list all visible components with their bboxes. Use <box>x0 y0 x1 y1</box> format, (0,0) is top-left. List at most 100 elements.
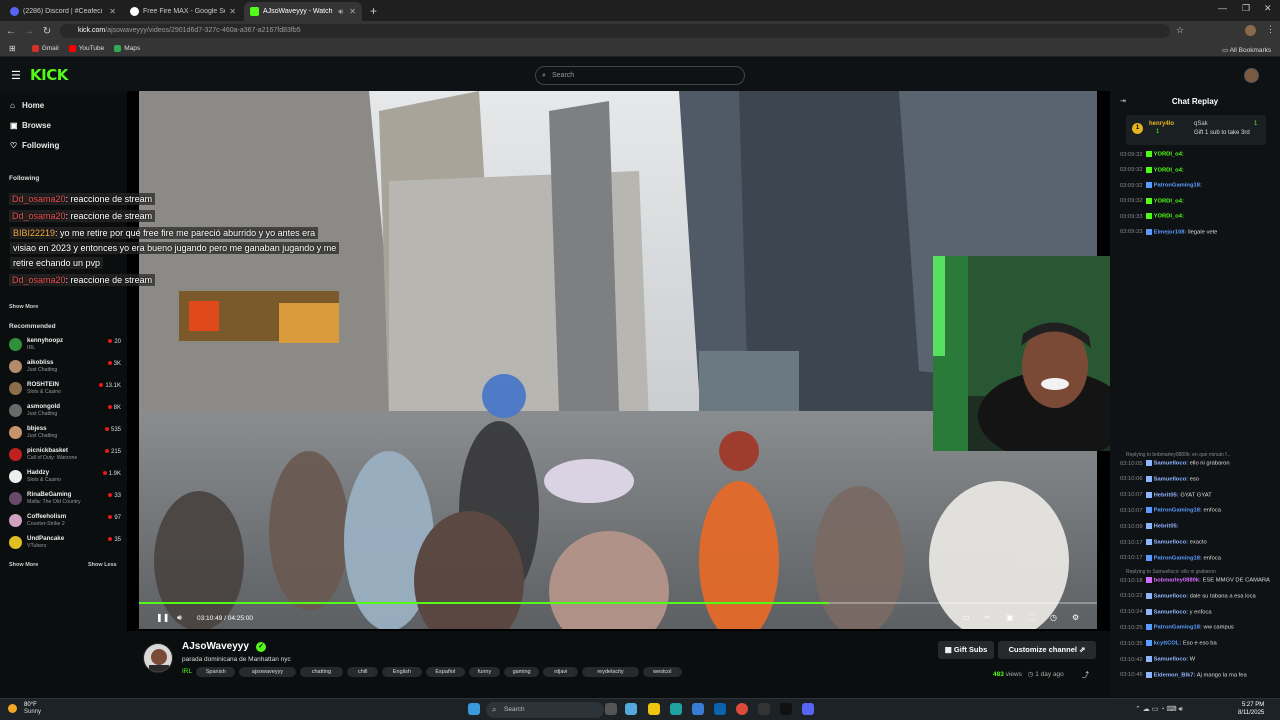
tray-icons[interactable]: ⌃ ☁ ▭ ◔ ⌨ 🔊︎ <box>1135 705 1183 714</box>
url-field[interactable]: kick.com/ajsowaveyyy/videos/2901d6d7-327… <box>60 24 1170 38</box>
tag-chip[interactable]: English <box>382 667 422 677</box>
chat-username[interactable]: PatronGaming18: <box>1154 183 1202 189</box>
chat-username[interactable]: bobmarley0880k: <box>1154 578 1201 584</box>
volume-icon[interactable]: 🔊︎ <box>177 613 182 623</box>
chrome-icon[interactable] <box>736 703 748 715</box>
recommended-channel[interactable]: asmongold Just Chatting 8K <box>9 401 121 421</box>
tag-chip[interactable]: gaming <box>504 667 540 677</box>
browser-tab-discord[interactable]: (2286) Discord | #Ceafeci ✕ <box>4 2 122 21</box>
clip-icon[interactable]: ✂ <box>984 613 991 622</box>
gift-subs-button[interactable]: ▦ Gift Subs <box>938 641 994 659</box>
tag-chip[interactable]: Spanish <box>196 667 236 677</box>
chat-username[interactable]: Hebrit05: <box>1154 492 1179 498</box>
recommended-channel[interactable]: RinaBeGaming Mafia: The Old Country 33 <box>9 489 121 509</box>
chat-username[interactable]: YORDI_o4: <box>1154 198 1184 204</box>
recommended-channel[interactable]: Haddzy Slots & Casino 1.9K <box>9 467 121 487</box>
speaker-icon[interactable]: 🔊︎ <box>338 7 343 17</box>
chat-username[interactable]: YORDI_o4: <box>1154 167 1184 173</box>
recommended-channel[interactable]: Coffeeholism Counter-Strike 2 97 <box>9 511 121 531</box>
hamburger-menu-icon[interactable]: ☰ <box>11 69 21 82</box>
tag-chip[interactable]: reydelacity <box>582 667 639 677</box>
maximize-icon[interactable]: ❐ <box>1242 3 1250 14</box>
channel-avatar[interactable] <box>143 643 173 673</box>
nav-home[interactable]: ⌂ Home <box>10 101 44 110</box>
tag-chip[interactable]: funny <box>469 667 500 677</box>
start-icon[interactable] <box>468 703 480 715</box>
recommended-channel[interactable]: UndPancake VTubers 35 <box>9 533 121 553</box>
file-explorer-icon[interactable] <box>648 703 660 715</box>
store-icon[interactable] <box>692 703 704 715</box>
channel-name[interactable]: AJsoWaveyyy <box>182 641 249 652</box>
close-tab-icon[interactable]: ✕ <box>229 7 236 16</box>
recommended-channel[interactable]: ROSHTEIN Slots & Casino 13.1K <box>9 379 121 399</box>
chat-username[interactable]: PatronGaming18: <box>1154 555 1202 561</box>
close-tab-icon[interactable]: ✕ <box>109 7 116 16</box>
chat-username[interactable]: PatronGaming18: <box>1154 625 1202 631</box>
close-window-icon[interactable]: ✕ <box>1264 3 1272 14</box>
app-icon[interactable] <box>758 703 770 715</box>
show-more-following[interactable]: Show More <box>9 304 38 310</box>
chat-username[interactable]: Eldemon_Blk7: <box>1154 672 1196 678</box>
menu-dots-icon[interactable]: ⋮ <box>1266 24 1275 35</box>
apps-icon[interactable]: ⊞ <box>9 44 16 53</box>
chat-username[interactable]: Hebrit05: <box>1154 524 1179 530</box>
outlook-icon[interactable] <box>714 703 726 715</box>
chat-username[interactable]: Samuelloco: <box>1154 461 1188 467</box>
pause-icon[interactable]: ❚❚ <box>156 613 169 622</box>
chat-username[interactable]: Samuelloco: <box>1154 657 1188 663</box>
close-tab-icon[interactable]: ✕ <box>349 7 356 16</box>
edge-icon[interactable] <box>670 703 682 715</box>
nav-browse[interactable]: ▣ Browse <box>10 121 51 130</box>
browser-tab-kick[interactable]: AJsoWaveyyy - Watch the 🔊︎ ✕ <box>244 2 362 21</box>
chat-username[interactable]: Samuelloco: <box>1154 609 1188 615</box>
settings-gear-icon[interactable]: ⚙ <box>1072 613 1079 622</box>
miniplayer-icon[interactable]: ▣ <box>1006 613 1014 622</box>
tag-chip[interactable]: chatting <box>299 667 344 677</box>
nav-following[interactable]: ♡ Following <box>10 141 59 150</box>
tag-chip[interactable]: ajsowaveyyy <box>239 667 296 677</box>
theater-mode-icon[interactable]: ▭ <box>962 613 970 622</box>
recommended-channel[interactable]: picnickbasket Call of Duty: Warzone 215 <box>9 445 121 465</box>
fullscreen-icon[interactable]: ⛶ <box>1029 613 1035 623</box>
chat-username[interactable]: Elmejor108: <box>1154 229 1187 235</box>
reload-icon[interactable]: ↻ <box>38 26 56 37</box>
progress-bar[interactable] <box>139 602 1097 604</box>
recommended-channel[interactable]: kennyhoopz IRL 20 <box>9 335 121 355</box>
copilot-icon[interactable] <box>625 703 637 715</box>
tiktok-icon[interactable] <box>780 703 792 715</box>
back-icon[interactable]: ← <box>2 26 20 37</box>
chat-username[interactable]: kcyttCOL: <box>1154 641 1182 647</box>
recommended-channel[interactable]: aikobliss Just Chatting 3K <box>9 357 121 377</box>
chat-username[interactable]: Samuelloco: <box>1154 593 1188 599</box>
new-tab-button[interactable]: + <box>370 2 377 21</box>
bookmark-maps[interactable]: Maps <box>114 45 140 52</box>
share-icon[interactable]: ⤴ <box>1082 670 1089 680</box>
recommended-channel[interactable]: bbjess Just Chatting 535 <box>9 423 121 443</box>
task-view-icon[interactable] <box>605 703 617 715</box>
show-more-recommended[interactable]: Show More <box>9 562 38 568</box>
chat-username[interactable]: Samuelloco: <box>1154 476 1188 482</box>
bookmark-gmail[interactable]: Gmail <box>31 45 59 52</box>
chat-username[interactable]: YORDI_o4: <box>1154 152 1184 158</box>
discord-icon[interactable] <box>802 703 814 715</box>
gift-cta[interactable]: Gift 1 sub to take 3rd <box>1194 130 1250 136</box>
search-input[interactable]: ⌕ Search <box>535 66 745 85</box>
user-avatar[interactable] <box>1244 68 1259 83</box>
tag-chip[interactable]: westcol <box>642 667 682 677</box>
profile-icon[interactable] <box>1245 25 1256 36</box>
tag-chip[interactable]: Español <box>425 667 465 677</box>
taskbar-search[interactable]: ⌕ Search <box>486 702 604 718</box>
bookmark-youtube[interactable]: YouTube <box>68 45 104 52</box>
show-less-recommended[interactable]: Show Less <box>88 562 117 568</box>
tag-chip[interactable]: rdjavi <box>543 667 579 677</box>
minimize-icon[interactable]: — <box>1218 3 1227 13</box>
customize-channel-button[interactable]: Customize channel ⇗ <box>998 641 1096 659</box>
chat-username[interactable]: PatronGaming18: <box>1154 508 1202 514</box>
all-bookmarks[interactable]: ▭ All Bookmarks <box>1222 46 1271 54</box>
chat-username[interactable]: Samuelloco: <box>1154 540 1188 546</box>
forward-icon[interactable]: → <box>20 26 38 37</box>
speed-icon[interactable]: ◷ <box>1050 613 1057 622</box>
category-link[interactable]: IRL <box>182 668 192 675</box>
chat-username[interactable]: YORDI_o4: <box>1154 214 1184 220</box>
kick-logo[interactable]: KICK <box>30 66 68 84</box>
